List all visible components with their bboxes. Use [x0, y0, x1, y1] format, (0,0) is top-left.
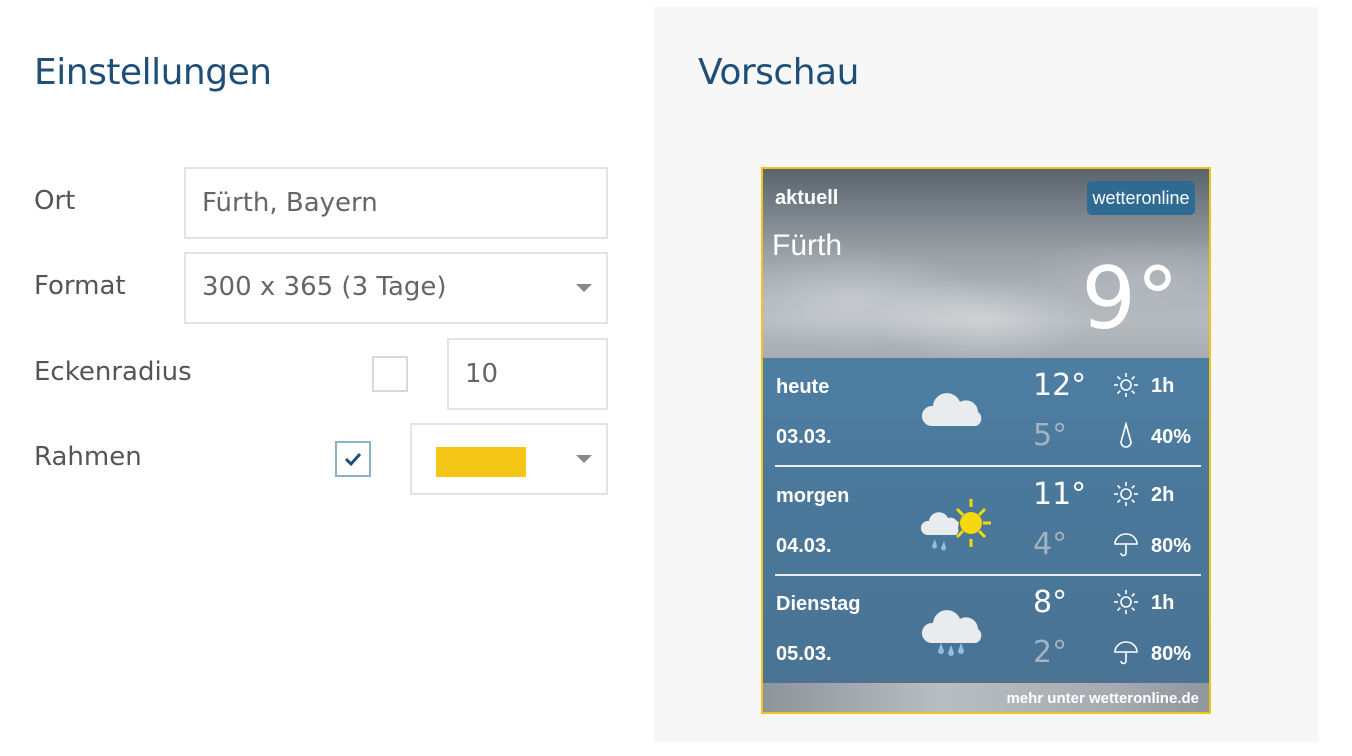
max-temp: 8°: [1033, 585, 1068, 620]
rain-probability: 80%: [1151, 643, 1192, 665]
day-name: Dienstag: [776, 593, 861, 615]
forecast-day: morgen 04.03. 11° 4° 2h 80%: [763, 467, 1209, 575]
cloud-rain-icon: [921, 610, 982, 656]
rahmen-checkbox[interactable]: [335, 441, 371, 477]
wetteronline-logo[interactable]: wetteronline: [1087, 181, 1195, 215]
settings-title: Einstellungen: [34, 52, 272, 93]
format-selected-value: 300 x 365 (3 Tage): [202, 272, 447, 302]
sunshine-hours: 1h: [1151, 375, 1175, 397]
preview-panel: Vorschau aktuell wetteronline Fürth 9° h…: [654, 7, 1318, 742]
logo-text: wetteronline: [1092, 188, 1190, 208]
current-temperature: 9°: [1081, 249, 1179, 349]
forecast-day: Dienstag 05.03. 8° 2° 1h 80%: [763, 575, 1209, 683]
format-label: Format: [34, 271, 126, 301]
current-label: aktuell: [775, 187, 839, 209]
ort-field-wrapper: [184, 167, 608, 239]
umbrella-icon: [1114, 533, 1138, 557]
eckenradius-checkbox[interactable]: [372, 356, 408, 392]
checkmark-icon: [344, 452, 362, 467]
sun-icon: [1114, 590, 1138, 614]
eckenradius-label: Eckenradius: [34, 357, 192, 387]
min-temp: 2°: [1033, 635, 1068, 670]
forecast-day: heute 03.03. 12° 5° 1h 40%: [763, 358, 1209, 466]
eckenradius-field-wrapper: [447, 338, 608, 410]
format-select[interactable]: 300 x 365 (3 Tage): [184, 252, 608, 324]
sun-cloud-rain-icon: [920, 499, 991, 551]
min-temp: 4°: [1033, 527, 1068, 562]
max-temp: 12°: [1033, 368, 1087, 403]
day-name: heute: [776, 376, 830, 398]
cloud-icon: [921, 393, 982, 426]
day-date: 05.03.: [776, 643, 832, 665]
rahmen-label: Rahmen: [34, 442, 142, 472]
eckenradius-input[interactable]: [449, 340, 606, 408]
sunshine-hours: 2h: [1151, 484, 1175, 506]
forecast-list: heute 03.03. 12° 5° 1h 40% morgen 04.03.…: [763, 358, 1209, 683]
rahmen-color-select[interactable]: [410, 423, 608, 495]
widget-footer[interactable]: mehr unter wetteronline.de: [763, 683, 1209, 712]
ort-label: Ort: [34, 186, 76, 216]
sun-icon: [1114, 373, 1138, 397]
chevron-down-icon: [576, 284, 592, 292]
sunshine-hours: 1h: [1151, 592, 1175, 614]
city-name: Fürth: [772, 229, 843, 262]
weather-widget[interactable]: aktuell wetteronline Fürth 9° heute 03.0…: [761, 167, 1211, 714]
rain-probability: 40%: [1151, 426, 1192, 448]
preview-title: Vorschau: [698, 52, 859, 93]
footer-link[interactable]: mehr unter wetteronline.de: [1006, 690, 1199, 707]
rain-probability: 80%: [1151, 535, 1192, 557]
min-temp: 5°: [1033, 418, 1068, 453]
raindrop-icon: [1120, 422, 1132, 448]
max-temp: 11°: [1033, 477, 1087, 512]
chevron-down-icon: [576, 455, 592, 463]
umbrella-icon: [1114, 641, 1138, 665]
day-date: 03.03.: [776, 426, 832, 448]
ort-input[interactable]: [186, 169, 606, 237]
day-name: morgen: [776, 485, 850, 507]
sun-icon: [1114, 482, 1138, 506]
color-swatch: [436, 447, 526, 477]
day-date: 04.03.: [776, 535, 832, 557]
